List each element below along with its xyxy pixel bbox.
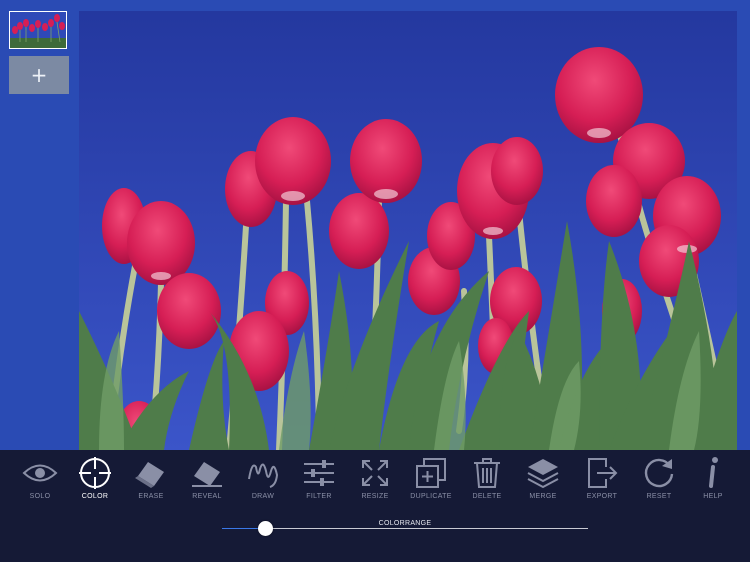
tool-erase-label: ERASE: [138, 493, 164, 500]
colorrange-label: COLORRANGE: [378, 520, 432, 527]
tool-solo-label: SOLO: [29, 493, 51, 500]
eraser-icon: [133, 456, 169, 490]
info-icon: [695, 456, 731, 490]
photo-canvas[interactable]: [79, 11, 737, 450]
duplicate-icon: [413, 456, 449, 490]
slider-knob[interactable]: [258, 521, 274, 536]
tool-filter-label: FILTER: [306, 493, 332, 500]
reset-icon: [641, 456, 677, 490]
tool-reset-label: RESET: [646, 493, 672, 500]
layers-panel: +: [0, 0, 78, 450]
tool-delete-label: DELETE: [472, 493, 502, 500]
export-icon: [584, 456, 620, 490]
tool-solo[interactable]: SOLO: [12, 456, 68, 506]
tool-draw-label: DRAW: [251, 493, 275, 500]
tool-reset[interactable]: RESET: [631, 456, 687, 506]
tool-help[interactable]: HELP: [685, 456, 741, 506]
expand-icon: [357, 456, 393, 490]
tool-erase[interactable]: ERASE: [123, 456, 179, 506]
layers-icon: [525, 456, 561, 490]
tool-help-label: HELP: [703, 493, 723, 500]
trash-icon: [469, 456, 505, 490]
squiggle-icon: [245, 456, 281, 490]
tool-draw[interactable]: DRAW: [235, 456, 291, 506]
tool-duplicate-label: DUPLICATE: [410, 493, 452, 500]
crosshair-icon: [77, 456, 113, 490]
tool-export-label: EXPORT: [586, 493, 618, 500]
tool-delete[interactable]: DELETE: [459, 456, 515, 506]
add-layer-button[interactable]: +: [9, 56, 69, 94]
layer-thumbnail[interactable]: [9, 11, 67, 49]
tool-reveal[interactable]: REVEAL: [179, 456, 235, 506]
sliders-icon: [301, 456, 337, 490]
tool-reveal-label: REVEAL: [192, 493, 222, 500]
tool-export[interactable]: EXPORT: [574, 456, 630, 506]
eraser-icon: [189, 456, 225, 490]
tool-merge-label: MERGE: [529, 493, 557, 500]
layer-thumbnail-image: [10, 12, 66, 48]
tool-resize-label: RESIZE: [361, 493, 389, 500]
tool-filter[interactable]: FILTER: [291, 456, 347, 506]
slider-track[interactable]: [222, 528, 588, 529]
colorrange-slider[interactable]: COLORRANGE: [222, 512, 588, 548]
tool-duplicate[interactable]: DUPLICATE: [403, 456, 459, 506]
tool-resize[interactable]: RESIZE: [347, 456, 403, 506]
tulip-photo: [79, 11, 737, 450]
eye-icon: [22, 456, 58, 490]
tool-color-label: COLOR: [81, 493, 109, 500]
tool-color[interactable]: COLOR: [67, 456, 123, 506]
tool-merge[interactable]: MERGE: [515, 456, 571, 506]
